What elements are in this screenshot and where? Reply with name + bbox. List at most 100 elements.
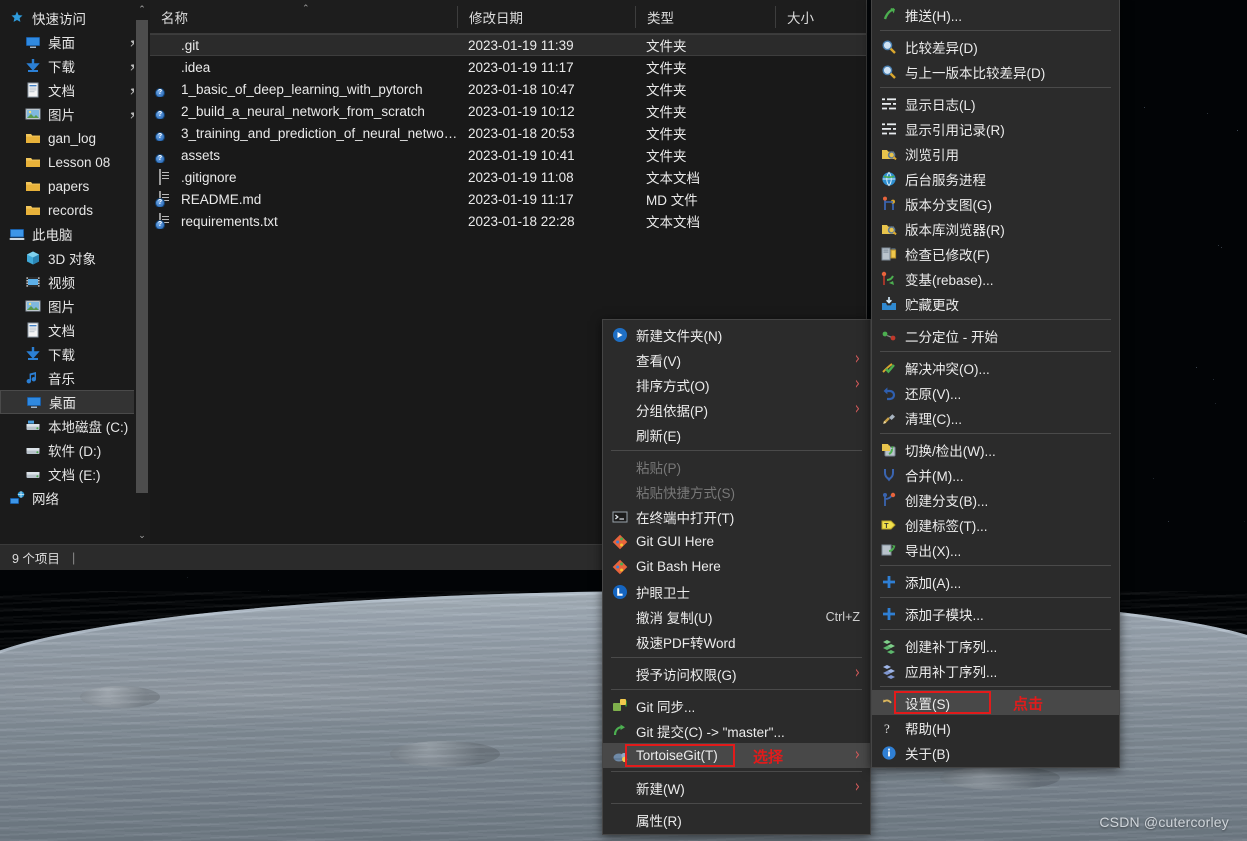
menu-item[interactable]: 合并(M)...	[872, 462, 1119, 487]
sidebar-item-1-1[interactable]: 视频	[0, 270, 150, 294]
table-row[interactable]: ? 2_build_a_neural_network_from_scratch 20…	[150, 100, 866, 122]
sidebar-item-0-5[interactable]: Lesson 08	[0, 150, 150, 174]
sidebar-item-1-3[interactable]: 文档	[0, 318, 150, 342]
menu-item[interactable]: Git 提交(C) -> "master"...	[603, 718, 870, 743]
menu-item[interactable]: 显示日志(L)	[872, 91, 1119, 116]
sidebar-item-1-6[interactable]: 桌面	[0, 390, 150, 414]
menu-item[interactable]: 应用补丁序列...	[872, 658, 1119, 683]
table-row[interactable]: ? requirements.txt 2023-01-18 22:28 文本文档	[150, 210, 866, 232]
menu-item[interactable]: ? 帮助(H)	[872, 715, 1119, 740]
menu-item[interactable]: 在终端中打开(T)	[603, 504, 870, 529]
file-name-cell[interactable]: ? 1_basic_of_deep_learning_with_pytorch	[150, 81, 457, 97]
sidebar-group-0[interactable]: 快速访问	[0, 6, 150, 30]
navigation-pane[interactable]: 快速访问 桌面 下载 文档 图片 gan_log Lesson 08 papers record…	[0, 0, 150, 544]
menu-item[interactable]: 属性(R)	[603, 807, 870, 832]
file-name-cell[interactable]: ? README.md	[150, 191, 457, 207]
menu-item[interactable]: T 创建标签(T)...	[872, 512, 1119, 537]
scroll-down-icon[interactable]: ⌄	[134, 526, 150, 544]
file-name-cell[interactable]: ? requirements.txt	[150, 213, 457, 229]
menu-item[interactable]: Git Bash Here	[603, 554, 870, 579]
menu-item[interactable]: 二分定位 - 开始	[872, 323, 1119, 348]
table-row[interactable]: ? assets 2023-01-19 10:41 文件夹	[150, 144, 866, 166]
menu-item[interactable]: 贮藏更改	[872, 291, 1119, 316]
sidebar-item-0-4[interactable]: gan_log	[0, 126, 150, 150]
sidebar-item-0-7[interactable]: records	[0, 198, 150, 222]
menu-item[interactable]: 比较差异(D)	[872, 34, 1119, 59]
menu-item[interactable]: 新建(W) ›	[603, 775, 870, 800]
menu-item[interactable]: Git 同步...	[603, 693, 870, 718]
sidebar-item-0-6[interactable]: papers	[0, 174, 150, 198]
sidebar-item-1-7[interactable]: 本地磁盘 (C:)	[0, 414, 150, 438]
menu-item[interactable]: 导出(X)...	[872, 537, 1119, 562]
table-row[interactable]: .git 2023-01-19 11:39 文件夹	[150, 34, 866, 56]
menu-item[interactable]: 解决冲突(O)...	[872, 355, 1119, 380]
menu-item[interactable]: 变基(rebase)...	[872, 266, 1119, 291]
menu-item[interactable]: 刷新(E)	[603, 422, 870, 447]
menu-item[interactable]: 添加子模块...	[872, 601, 1119, 626]
sidebar-item-0-0[interactable]: 桌面	[0, 30, 150, 54]
menu-item[interactable]: 创建分支(B)...	[872, 487, 1119, 512]
log-icon	[878, 96, 900, 112]
sidebar-item-1-9[interactable]: 文档 (E:)	[0, 462, 150, 486]
menu-item[interactable]: TortoiseGit(T) ›	[603, 743, 870, 768]
menu-item[interactable]: 检查已修改(F)	[872, 241, 1119, 266]
menu-item[interactable]: 与上一版本比较差异(D)	[872, 59, 1119, 84]
table-row[interactable]: ? 3_training_and_prediction_of_neural_net…	[150, 122, 866, 144]
column-header-type[interactable]: 类型	[635, 6, 775, 28]
menu-item[interactable]: 排序方式(O) ›	[603, 372, 870, 397]
file-name-cell[interactable]: ? assets	[150, 147, 457, 163]
menu-item[interactable]: 新建文件夹(N)	[603, 322, 870, 347]
sidebar-item-1-4[interactable]: 下载	[0, 342, 150, 366]
menu-item[interactable]: 极速PDF转Word	[603, 629, 870, 654]
menu-item[interactable]: 显示引用记录(R)	[872, 116, 1119, 141]
menu-item[interactable]: 还原(V)...	[872, 380, 1119, 405]
menu-item[interactable]: 版本库浏览器(R)	[872, 216, 1119, 241]
menu-item[interactable]: 版本分支图(G)	[872, 191, 1119, 216]
sidebar-group-1[interactable]: 此电脑	[0, 222, 150, 246]
menu-item[interactable]: 创建补丁序列...	[872, 633, 1119, 658]
table-row[interactable]: ? README.md 2023-01-19 11:17 MD 文件	[150, 188, 866, 210]
terminal-icon	[609, 509, 631, 525]
sidebar-item-1-5[interactable]: 音乐	[0, 366, 150, 390]
scroll-up-icon[interactable]: ⌃	[134, 0, 150, 18]
sidebar-item-1-0[interactable]: 3D 对象	[0, 246, 150, 270]
sidebar-item-0-1[interactable]: 下载	[0, 54, 150, 78]
tortoisegit-submenu[interactable]: 推送(H)... 比较差异(D) 与上一版本比较差异(D) 显示日志(L) 显示引用记录…	[871, 0, 1120, 768]
table-row[interactable]: .idea 2023-01-19 11:17 文件夹	[150, 56, 866, 78]
column-header-size[interactable]: 大小	[775, 6, 837, 28]
sidebar-item-0-2[interactable]: 文档	[0, 78, 150, 102]
menu-item[interactable]: 后台服务进程	[872, 166, 1119, 191]
table-row[interactable]: .gitignore 2023-01-19 11:08 文本文档	[150, 166, 866, 188]
file-name-cell[interactable]: .gitignore	[150, 169, 457, 185]
sidebar-item-0-3[interactable]: 图片	[0, 102, 150, 126]
sidebar-item-1-2[interactable]: 图片	[0, 294, 150, 318]
scrollbar-thumb[interactable]	[136, 20, 148, 493]
menu-item[interactable]: 授予访问权限(G) ›	[603, 661, 870, 686]
menu-item[interactable]: 护眼卫士	[603, 579, 870, 604]
menu-item[interactable]: 添加(A)...	[872, 569, 1119, 594]
menu-item[interactable]: 关于(B)	[872, 740, 1119, 765]
file-name-cell[interactable]: .git	[150, 37, 457, 53]
menu-item[interactable]: 浏览引用	[872, 141, 1119, 166]
sidebar-group-2[interactable]: 网络	[0, 486, 150, 510]
menu-item[interactable]: 查看(V) ›	[603, 347, 870, 372]
file-name-cell[interactable]: .idea	[150, 59, 457, 75]
videos-icon	[24, 274, 42, 290]
menu-item[interactable]: 设置(S)	[872, 690, 1119, 715]
menu-item[interactable]: 切换/检出(W)...	[872, 437, 1119, 462]
menu-item[interactable]: 撤消 复制(U) Ctrl+Z	[603, 604, 870, 629]
sidebar-scrollbar[interactable]: ⌃ ⌄	[134, 0, 150, 544]
menu-item[interactable]: 推送(H)...	[872, 2, 1119, 27]
explorer-context-menu[interactable]: 新建文件夹(N) 查看(V) › 排序方式(O) › 分组依据(P) › 刷新(E) 粘贴(P)…	[602, 319, 871, 835]
menu-item[interactable]: 分组依据(P) ›	[603, 397, 870, 422]
column-headers[interactable]: 名称 修改日期 类型 大小 ⌃	[150, 0, 866, 34]
column-header-date[interactable]: 修改日期	[457, 6, 635, 28]
menu-item-label: 粘贴快捷方式(S)	[636, 482, 860, 502]
menu-item[interactable]: Git GUI Here	[603, 529, 870, 554]
table-row[interactable]: ? 1_basic_of_deep_learning_with_pytorch 20…	[150, 78, 866, 100]
menu-item[interactable]: 清理(C)...	[872, 405, 1119, 430]
file-name-cell[interactable]: ? 2_build_a_neural_network_from_scratch	[150, 103, 457, 119]
file-name-cell[interactable]: ? 3_training_and_prediction_of_neural_net…	[150, 125, 457, 141]
sidebar-item-1-8[interactable]: 软件 (D:)	[0, 438, 150, 462]
file-date-cell: 2023-01-18 20:53	[457, 126, 635, 141]
